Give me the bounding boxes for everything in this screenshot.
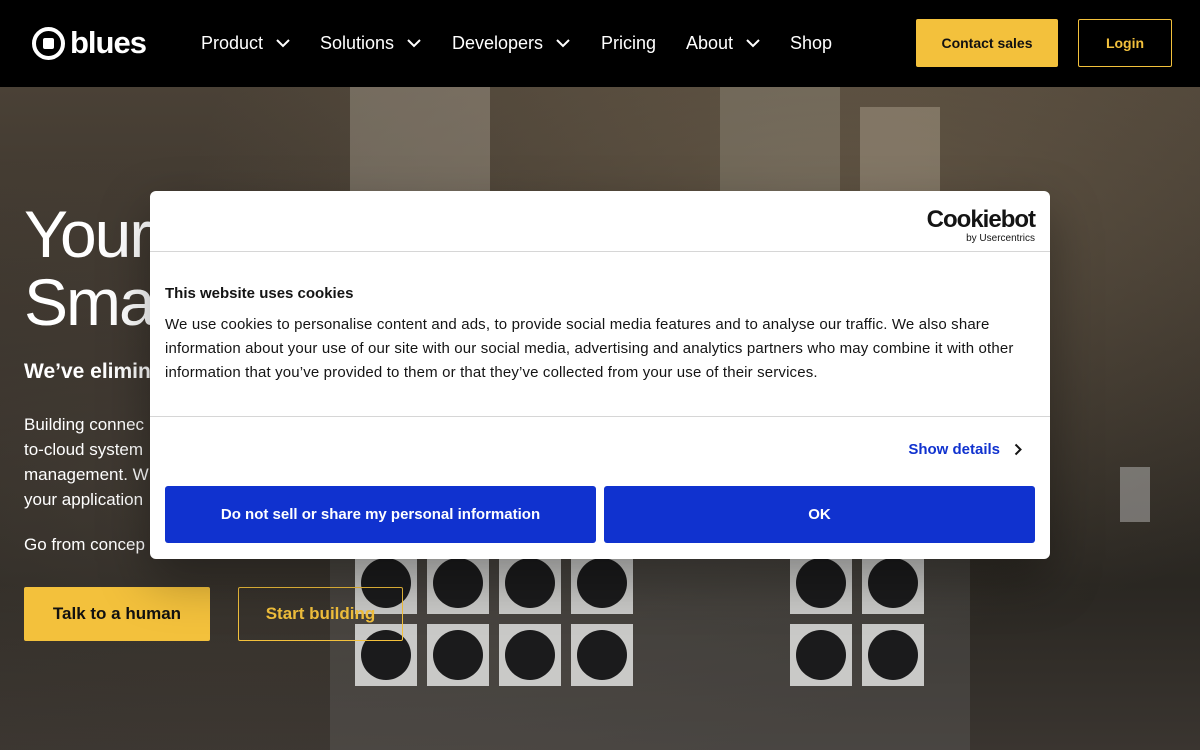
start-building-button[interactable]: Start building [238,587,403,641]
nav-item-label: Solutions [320,33,395,53]
cookie-consent-dialog: Cookiebot by Usercentrics This website u… [150,191,1050,559]
nav-item-label: Developers [452,33,544,53]
hero-subtitle: We’ve elimin [24,360,151,383]
nav-item-label: Product [201,33,264,53]
contact-sales-button[interactable]: Contact sales [916,19,1058,67]
cookiebot-logo: Cookiebot by Usercentrics [926,206,1036,245]
rooftop-unit [860,107,940,197]
chevron-down-icon [407,39,421,48]
blues-logo[interactable]: blues [32,25,147,60]
chevron-right-icon [1014,443,1022,456]
fan-unit [571,552,633,614]
fan-unit [499,624,561,686]
hero-body-secondary: Go from concep [24,535,145,554]
fan-unit [427,624,489,686]
fan-unit [427,552,489,614]
nav-item-solutions[interactable]: Solutions [320,32,422,54]
hero-title: Your Sma [24,197,156,339]
show-details-link[interactable]: Show details [908,441,1022,458]
blues-logo-icon [32,26,65,60]
chevron-down-icon [556,39,570,48]
cookie-dialog-title: This website uses cookies [165,285,354,302]
logo-text: blues [70,25,147,60]
nav-item-label: Shop [790,33,833,53]
nav-item-product[interactable]: Product [201,32,291,54]
fan-unit [499,552,561,614]
fan-unit [571,624,633,686]
nav-item-shop[interactable]: Shop [790,32,832,54]
fan-unit [790,552,852,614]
cookie-dialog-text: We use cookies to personalise content an… [165,316,1014,381]
talk-to-human-button[interactable]: Talk to a human [24,587,210,641]
rooftop-structure [350,87,490,197]
nav-item-about[interactable]: About [686,32,761,54]
fan-array-right [790,552,924,686]
do-not-sell-button[interactable]: Do not sell or share my personal informa… [165,486,596,543]
nav-item-label: Pricing [601,33,657,53]
rooftop-box [1120,467,1150,522]
cookiebot-logo-subtext: by Usercentrics [966,233,1035,244]
chevron-down-icon [276,39,290,48]
nav-item-pricing[interactable]: Pricing [601,32,656,54]
login-button[interactable]: Login [1078,19,1172,67]
divider [150,251,1050,252]
top-navigation: blues Product Solutions Developers Prici… [0,0,1200,87]
fan-unit [862,624,924,686]
ok-button[interactable]: OK [604,486,1035,543]
nav-item-developers[interactable]: Developers [452,32,571,54]
fan-unit [862,552,924,614]
cookiebot-logo-text: Cookiebot [926,206,1036,233]
nav-item-label: About [686,33,734,53]
fan-unit [790,624,852,686]
show-details-label: Show details [908,441,1000,458]
hero-title-line: Sma [24,265,156,339]
divider [150,416,1050,417]
hero-title-line: Your [24,197,151,271]
chevron-down-icon [746,39,760,48]
